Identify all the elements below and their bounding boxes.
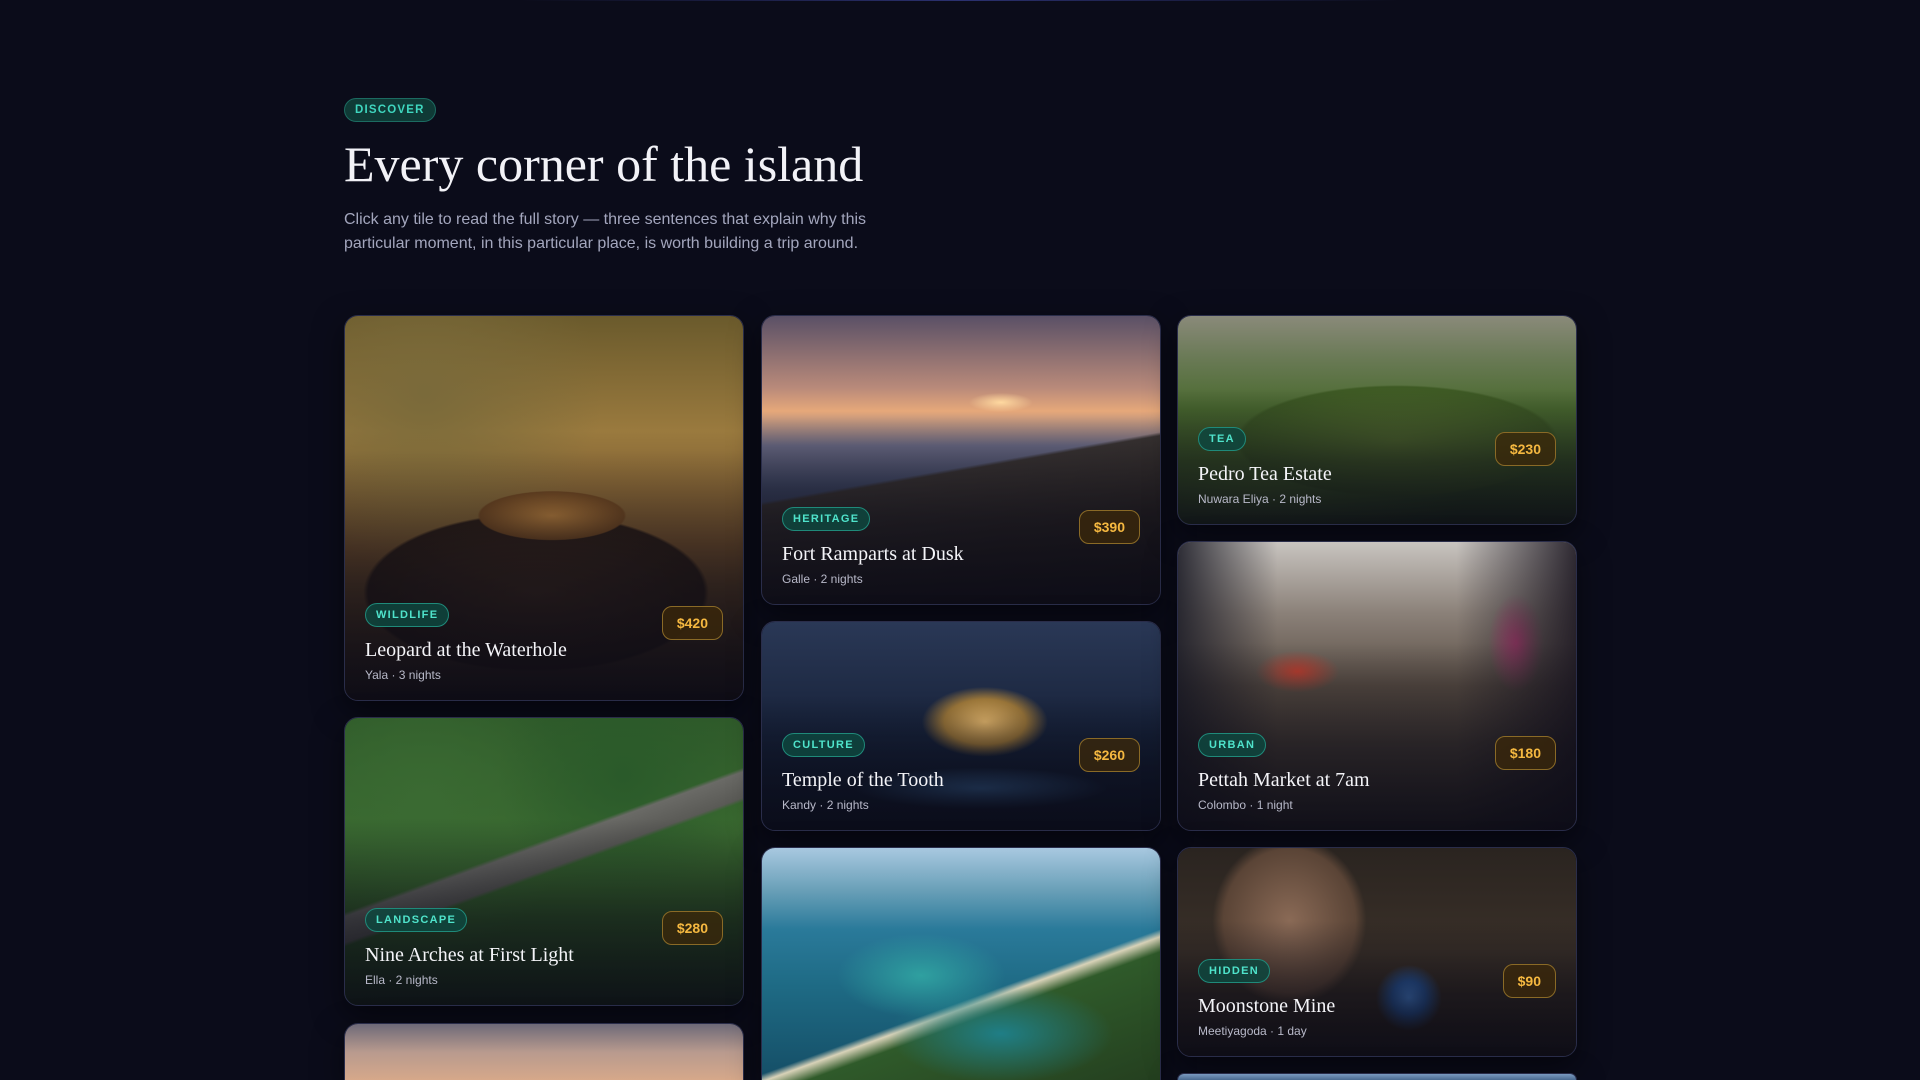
category-tag: HIDDEN: [1198, 959, 1270, 983]
card-title: Nine Arches at First Light: [365, 944, 574, 966]
card-moonstone-mine[interactable]: $90 HIDDEN Moonstone Mine Meetiyagoda · …: [1177, 847, 1577, 1057]
price-badge: $230: [1494, 432, 1556, 466]
card-title: Temple of the Tooth: [782, 769, 944, 791]
destination-grid: $420 WILDLIFE Leopard at the Waterhole Y…: [0, 0, 1920, 1080]
price-badge: $420: [661, 606, 723, 640]
card-nine-arches[interactable]: $280 LANDSCAPE Nine Arches at First Ligh…: [344, 717, 744, 1006]
card-subtitle: Kandy · 2 nights: [782, 798, 869, 812]
price-badge: $260: [1078, 738, 1140, 772]
category-tag: LANDSCAPE: [365, 908, 468, 932]
category-tag: WILDLIFE: [365, 603, 450, 627]
card-partial-sky[interactable]: [1177, 1073, 1577, 1080]
card-fort-ramparts[interactable]: $390 HERITAGE Fort Ramparts at Dusk Gall…: [761, 315, 1161, 605]
lagoon-image: [762, 848, 1160, 1080]
category-tag: HERITAGE: [782, 507, 871, 531]
card-subtitle: Nuwara Eliya · 2 nights: [1198, 492, 1322, 506]
card-subtitle: Meetiyagoda · 1 day: [1198, 1024, 1307, 1038]
card-subtitle: Yala · 3 nights: [365, 668, 441, 682]
card-title: Leopard at the Waterhole: [365, 639, 567, 661]
card-title: Pedro Tea Estate: [1198, 463, 1332, 485]
card-leopard[interactable]: $420 WILDLIFE Leopard at the Waterhole Y…: [344, 315, 744, 701]
price-badge: $90: [1502, 964, 1556, 998]
card-title: Moonstone Mine: [1198, 995, 1336, 1017]
category-tag: TEA: [1198, 427, 1246, 451]
card-pettah-market[interactable]: $180 URBAN Pettah Market at 7am Colombo …: [1177, 541, 1577, 831]
card-partial-sunset[interactable]: [344, 1023, 744, 1080]
card-title: Pettah Market at 7am: [1198, 769, 1370, 791]
card-subtitle: Colombo · 1 night: [1198, 798, 1293, 812]
category-tag: URBAN: [1198, 733, 1267, 757]
card-subtitle: Galle · 2 nights: [782, 572, 863, 586]
card-subtitle: Ella · 2 nights: [365, 973, 438, 987]
card-temple-tooth[interactable]: $260 CULTURE Temple of the Tooth Kandy ·…: [761, 621, 1161, 831]
price-badge: $390: [1078, 510, 1140, 544]
card-lagoon[interactable]: [761, 847, 1161, 1080]
card-pedro-tea[interactable]: $230 TEA Pedro Tea Estate Nuwara Eliya ·…: [1177, 315, 1577, 525]
sunset-image: [345, 1024, 743, 1080]
price-badge: $180: [1494, 736, 1556, 770]
category-tag: CULTURE: [782, 733, 865, 757]
sky-image: [1178, 1074, 1576, 1080]
card-title: Fort Ramparts at Dusk: [782, 543, 964, 565]
price-badge: $280: [661, 911, 723, 945]
